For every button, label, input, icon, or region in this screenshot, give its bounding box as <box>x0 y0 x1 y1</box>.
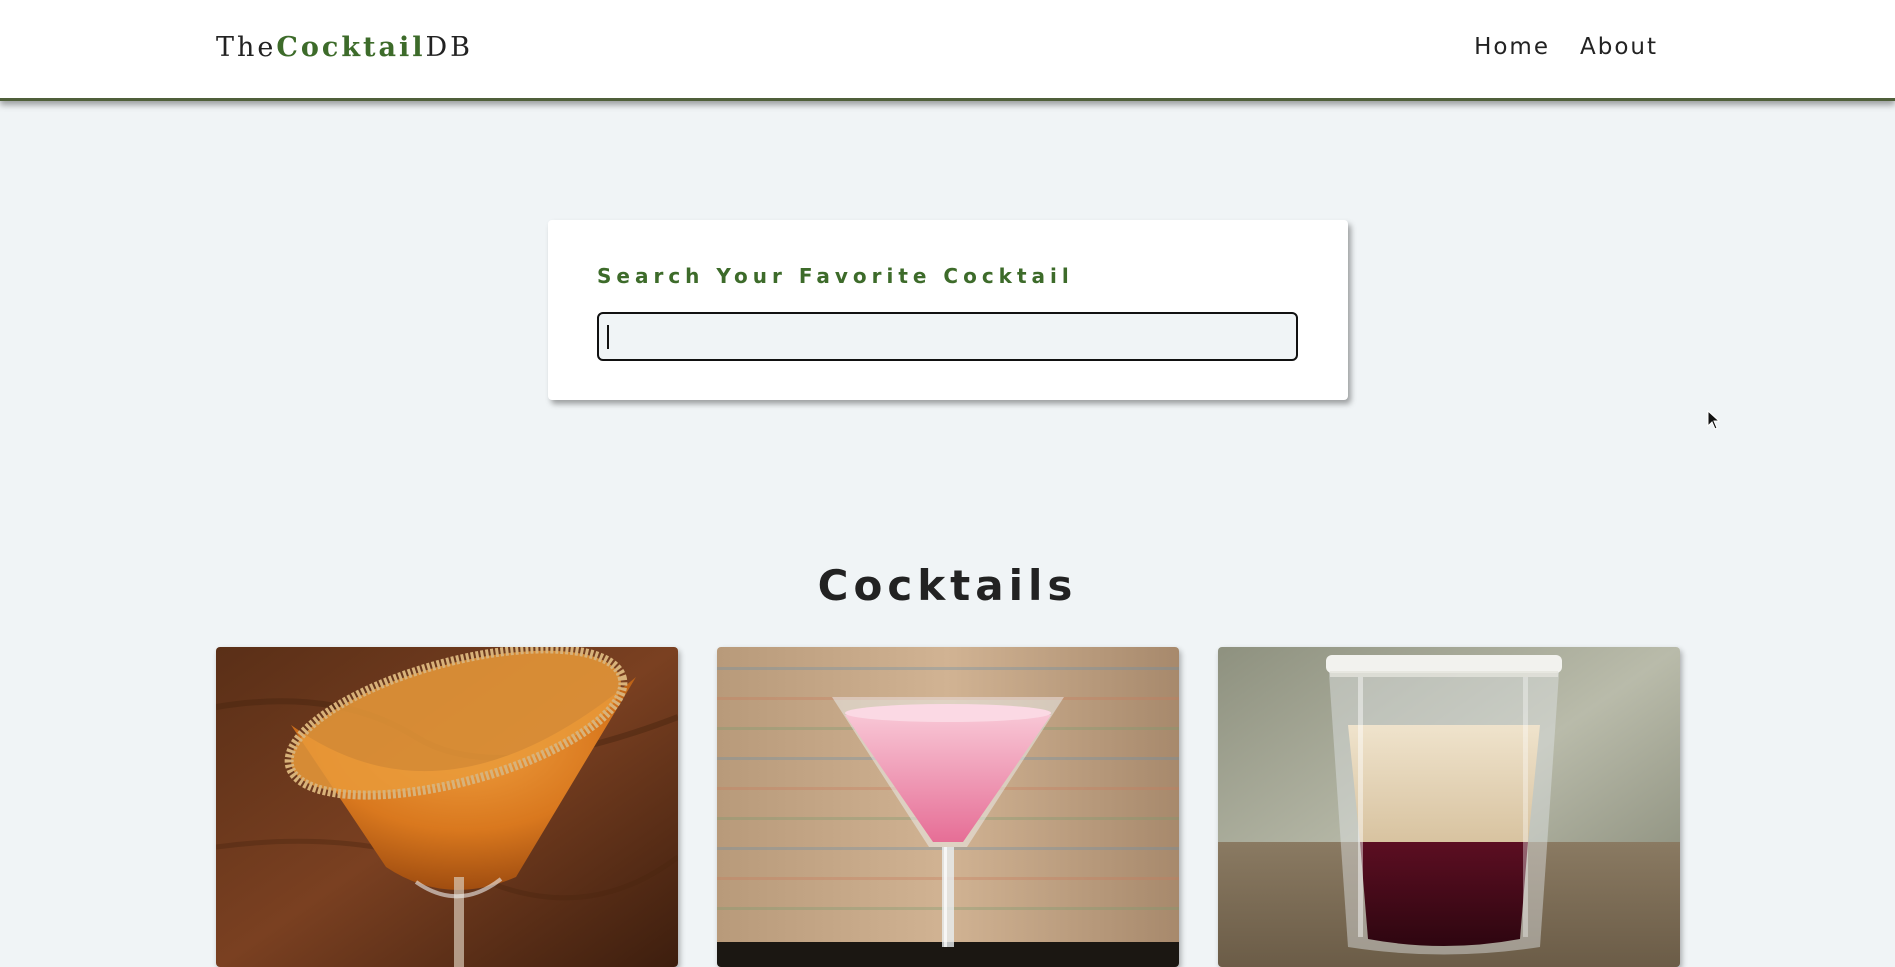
logo-suffix: DB <box>425 32 474 63</box>
section-title: Cocktails <box>817 560 1078 610</box>
nav-link-about[interactable]: About <box>1580 34 1658 60</box>
logo-accent: Cocktail <box>276 32 426 63</box>
mouse-cursor-icon <box>1707 410 1721 430</box>
text-caret <box>607 325 609 349</box>
navbar: TheCocktailDB Home About <box>0 0 1895 101</box>
cocktail-image-pink-martini <box>717 647 1179 967</box>
site-logo[interactable]: TheCocktailDB <box>216 32 473 63</box>
cocktail-image-layered-shot <box>1218 647 1680 967</box>
cocktail-image-orange-martini <box>216 647 678 967</box>
cocktail-card[interactable] <box>1218 647 1680 967</box>
nav-links: Home About <box>1474 34 1658 60</box>
nav-link-home[interactable]: Home <box>1474 34 1550 60</box>
cocktail-card[interactable] <box>717 647 1179 967</box>
logo-prefix: The <box>216 32 277 63</box>
search-form: Search Your Favorite Cocktail <box>548 220 1348 400</box>
search-input[interactable] <box>597 312 1298 361</box>
search-label: Search Your Favorite Cocktail <box>597 264 1074 288</box>
cocktail-card[interactable] <box>216 647 678 967</box>
